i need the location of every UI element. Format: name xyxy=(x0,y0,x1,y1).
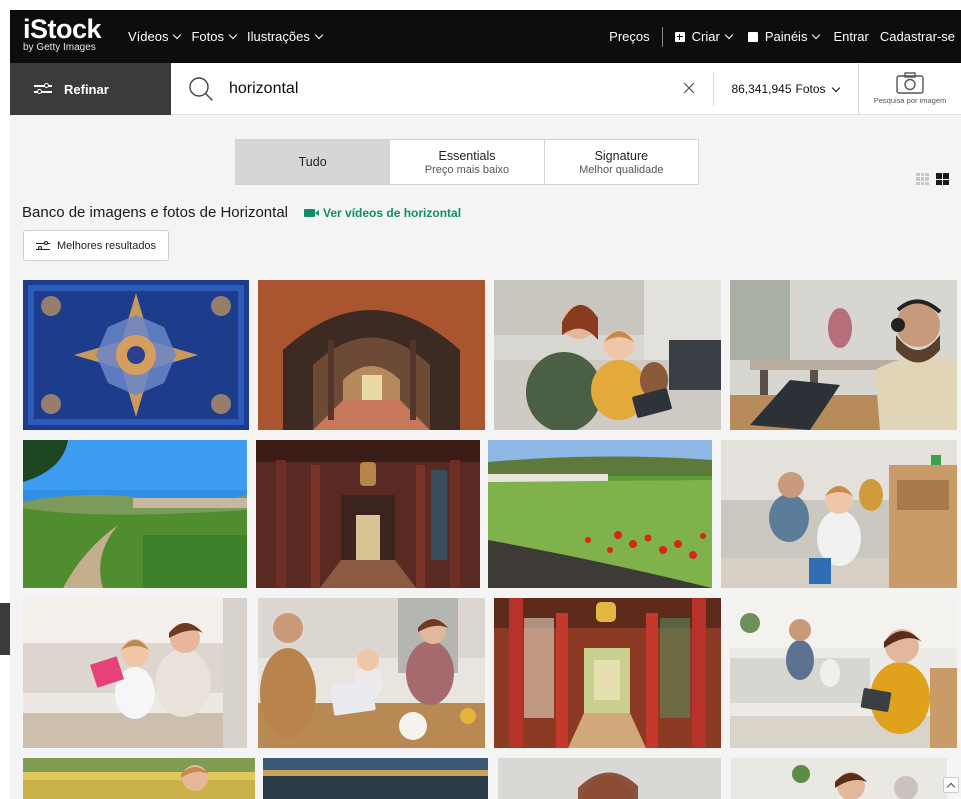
search-by-image-button[interactable]: Pesquisa por imagem xyxy=(858,63,961,115)
logo-wordmark: iStock xyxy=(23,14,102,44)
tab-all[interactable]: Tudo xyxy=(236,140,391,184)
image-result[interactable] xyxy=(23,280,249,430)
account-nav: Preços Criar Painéis Entrar Cadastrar-se xyxy=(609,10,955,63)
tab-essentials-subtitle: Preço mais baixo xyxy=(424,163,510,176)
image-result[interactable] xyxy=(256,440,480,588)
chevron-down-icon xyxy=(173,30,182,40)
grid-view-icon[interactable] xyxy=(916,173,929,185)
image-result[interactable] xyxy=(258,598,485,748)
photo-mandala-ceiling xyxy=(23,280,249,430)
image-result[interactable] xyxy=(721,440,957,588)
tab-signature[interactable]: Signature Melhor qualidade xyxy=(545,140,698,184)
photo-rural-path xyxy=(23,440,247,588)
photo-brick-archway xyxy=(258,280,485,430)
mosaic-view-icon[interactable] xyxy=(936,173,949,185)
photo-family-kitchen-laptop xyxy=(258,598,485,748)
asset-type-dropdown[interactable]: 86,341,945 Fotos xyxy=(713,72,858,106)
close-icon[interactable] xyxy=(681,80,697,96)
nav-login[interactable]: Entrar xyxy=(833,29,868,44)
scroll-to-top-button[interactable] xyxy=(943,777,959,793)
asset-type-label: Fotos xyxy=(795,82,826,96)
image-result[interactable] xyxy=(494,598,721,748)
search-input[interactable] xyxy=(229,77,649,101)
board-icon xyxy=(747,31,758,42)
chevron-down-icon xyxy=(812,30,821,40)
photo-woman-tablet-living-room xyxy=(730,598,957,748)
image-result[interactable] xyxy=(731,758,947,799)
camera-icon xyxy=(896,72,924,94)
video-camera-icon xyxy=(304,208,315,217)
video-results-label: Ver vídeos de horizontal xyxy=(323,205,462,220)
filter-sliders-icon xyxy=(34,83,52,95)
nav-illustrations[interactable]: Ilustrações xyxy=(247,29,324,44)
sort-button[interactable]: Melhores resultados xyxy=(23,230,170,261)
image-result[interactable] xyxy=(498,758,721,799)
refine-button[interactable]: Refinar xyxy=(10,63,171,115)
image-result[interactable] xyxy=(258,280,485,430)
photo-red-pillar-corridor xyxy=(494,598,721,748)
tab-essentials-title: Essentials xyxy=(438,148,496,163)
search-bar: Refinar 86,341,945 Fotos Pesquisa por im… xyxy=(10,63,961,115)
chevron-down-icon xyxy=(724,30,734,40)
sort-label: Melhores resultados xyxy=(57,239,157,252)
photo-traditional-roof xyxy=(263,758,488,799)
nav-signup[interactable]: Cadastrar-se xyxy=(880,29,955,44)
nav-create[interactable]: Criar xyxy=(674,29,734,44)
nav-photos[interactable]: Fotos xyxy=(191,29,238,44)
chevron-down-icon xyxy=(831,83,840,92)
photo-woman-at-home xyxy=(731,758,947,799)
image-result[interactable] xyxy=(730,280,957,430)
side-feedback-tab[interactable] xyxy=(0,603,10,655)
result-count: 86,341,945 xyxy=(731,82,792,96)
top-navigation-bar: iStock by Getty Images Vídeos Fotos Ilus… xyxy=(10,10,961,63)
page-title: Banco de imagens e fotos de Horizontal xyxy=(22,204,288,221)
primary-nav: Vídeos Fotos Ilustrações xyxy=(128,10,324,63)
image-result[interactable] xyxy=(494,280,721,430)
collection-tabs: Tudo Essentials Preço mais baixo Signatu… xyxy=(235,139,699,185)
photo-poppy-meadow xyxy=(488,440,712,588)
chevron-down-icon xyxy=(314,30,324,40)
image-result[interactable] xyxy=(488,440,712,588)
tab-signature-title: Signature xyxy=(594,148,649,163)
nav-photos-label: Fotos xyxy=(191,29,224,44)
photo-temple-corridor-lanterns xyxy=(256,440,480,588)
photo-man-headset-laptop xyxy=(730,280,957,430)
nav-illustrations-label: Ilustrações xyxy=(247,29,310,44)
search-icon[interactable] xyxy=(188,76,214,102)
photo-woman-portrait xyxy=(498,758,721,799)
video-results-link[interactable]: Ver vídeos de horizontal xyxy=(304,206,461,220)
nav-pricing[interactable]: Preços xyxy=(609,29,649,44)
chevron-down-icon xyxy=(228,30,238,40)
logo-tagline: by Getty Images xyxy=(23,42,96,53)
photo-mother-daughter-bedroom xyxy=(23,598,247,748)
photo-golden-field-child xyxy=(23,758,255,799)
image-result[interactable] xyxy=(23,598,247,748)
plus-square-icon xyxy=(674,31,685,42)
image-result[interactable] xyxy=(730,598,957,748)
search-by-image-label: Pesquisa por imagem xyxy=(873,96,947,105)
nav-boards[interactable]: Painéis xyxy=(747,29,822,44)
nav-videos[interactable]: Vídeos xyxy=(128,29,182,44)
view-toggle xyxy=(916,173,949,185)
tab-essentials[interactable]: Essentials Preço mais baixo xyxy=(390,140,545,184)
image-result[interactable] xyxy=(23,440,247,588)
sort-sliders-icon xyxy=(36,240,50,251)
search-field xyxy=(171,63,713,115)
nav-videos-label: Vídeos xyxy=(128,29,169,44)
istock-logo[interactable]: iStock by Getty Images xyxy=(23,14,102,54)
nav-boards-label: Painéis xyxy=(764,29,808,44)
nav-create-label: Criar xyxy=(691,29,720,44)
image-result[interactable] xyxy=(23,758,255,799)
photo-father-toddler-playing xyxy=(721,440,957,588)
tab-signature-subtitle: Melhor qualidade xyxy=(579,163,664,176)
refine-label: Refinar xyxy=(64,81,109,97)
photo-mother-daughter-tablet xyxy=(494,280,721,430)
results-header: Banco de imagens e fotos de Horizontal V… xyxy=(22,204,461,221)
nav-divider xyxy=(661,26,663,47)
image-result[interactable] xyxy=(263,758,488,799)
tab-all-title: Tudo xyxy=(298,155,327,169)
